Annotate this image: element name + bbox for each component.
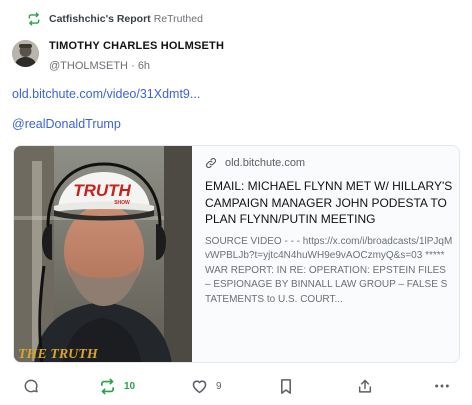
- link-thumbnail[interactable]: TRUTH SHOW THE TRUTH: [14, 146, 192, 362]
- thumb-corner-text: THE TRUTH: [18, 347, 99, 362]
- link-icon: [205, 157, 217, 169]
- post-mention[interactable]: @realDonaldTrump: [12, 117, 121, 131]
- post-time[interactable]: 6h: [138, 60, 150, 72]
- retruth-icon: [27, 12, 41, 26]
- card-body: old.bitchute.com EMAIL: MICHAEL FLYNN ME…: [205, 157, 453, 307]
- retruth-button[interactable]: 10: [99, 378, 135, 395]
- author-handle[interactable]: @THOLMSETH: [49, 60, 128, 72]
- post-actions-bar: 10 9: [0, 376, 472, 400]
- retruth-header: Catfishchic's Report ReTruthed: [27, 11, 203, 27]
- author-display-name[interactable]: TIMOTHY CHARLES HOLMSETH: [49, 41, 224, 52]
- retruth-icon: [99, 378, 116, 395]
- more-options-button[interactable]: [434, 378, 450, 394]
- more-icon: [434, 378, 450, 394]
- bookmark-button[interactable]: [279, 378, 293, 395]
- card-domain: old.bitchute.com: [225, 157, 306, 169]
- card-title[interactable]: EMAIL: MICHAEL FLYNN MET W/ HILLARY'S CA…: [205, 178, 453, 228]
- author-meta: @THOLMSETH · 6h: [49, 61, 224, 72]
- retruth-count: 10: [124, 381, 136, 392]
- post-author: TIMOTHY CHARLES HOLMSETH @THOLMSETH · 6h: [12, 40, 224, 72]
- thumb-hat-subtext: SHOW: [114, 200, 130, 206]
- heart-icon: [191, 378, 208, 394]
- reply-button[interactable]: [23, 378, 39, 394]
- bookmark-icon: [279, 378, 293, 395]
- post-link[interactable]: old.bitchute.com/video/31Xdmt9...: [12, 87, 200, 101]
- reply-icon: [23, 378, 39, 394]
- like-button[interactable]: 9: [191, 378, 222, 394]
- share-button[interactable]: [357, 378, 373, 395]
- like-count: 9: [216, 380, 222, 392]
- meta-separator: ·: [131, 60, 135, 72]
- retruth-account-link[interactable]: Catfishchic's Report: [49, 13, 151, 25]
- avatar[interactable]: [12, 40, 39, 67]
- thumb-hat-text: TRUTH: [73, 181, 131, 200]
- retruth-label: ReTruthed: [153, 13, 203, 25]
- link-preview-card[interactable]: TRUTH SHOW THE TRUTH old.bitchute.com EM…: [13, 145, 460, 363]
- card-description: SOURCE VIDEO - - - https://x.com/i/broad…: [205, 235, 453, 305]
- card-domain-row: old.bitchute.com: [205, 157, 453, 169]
- share-icon: [357, 378, 373, 395]
